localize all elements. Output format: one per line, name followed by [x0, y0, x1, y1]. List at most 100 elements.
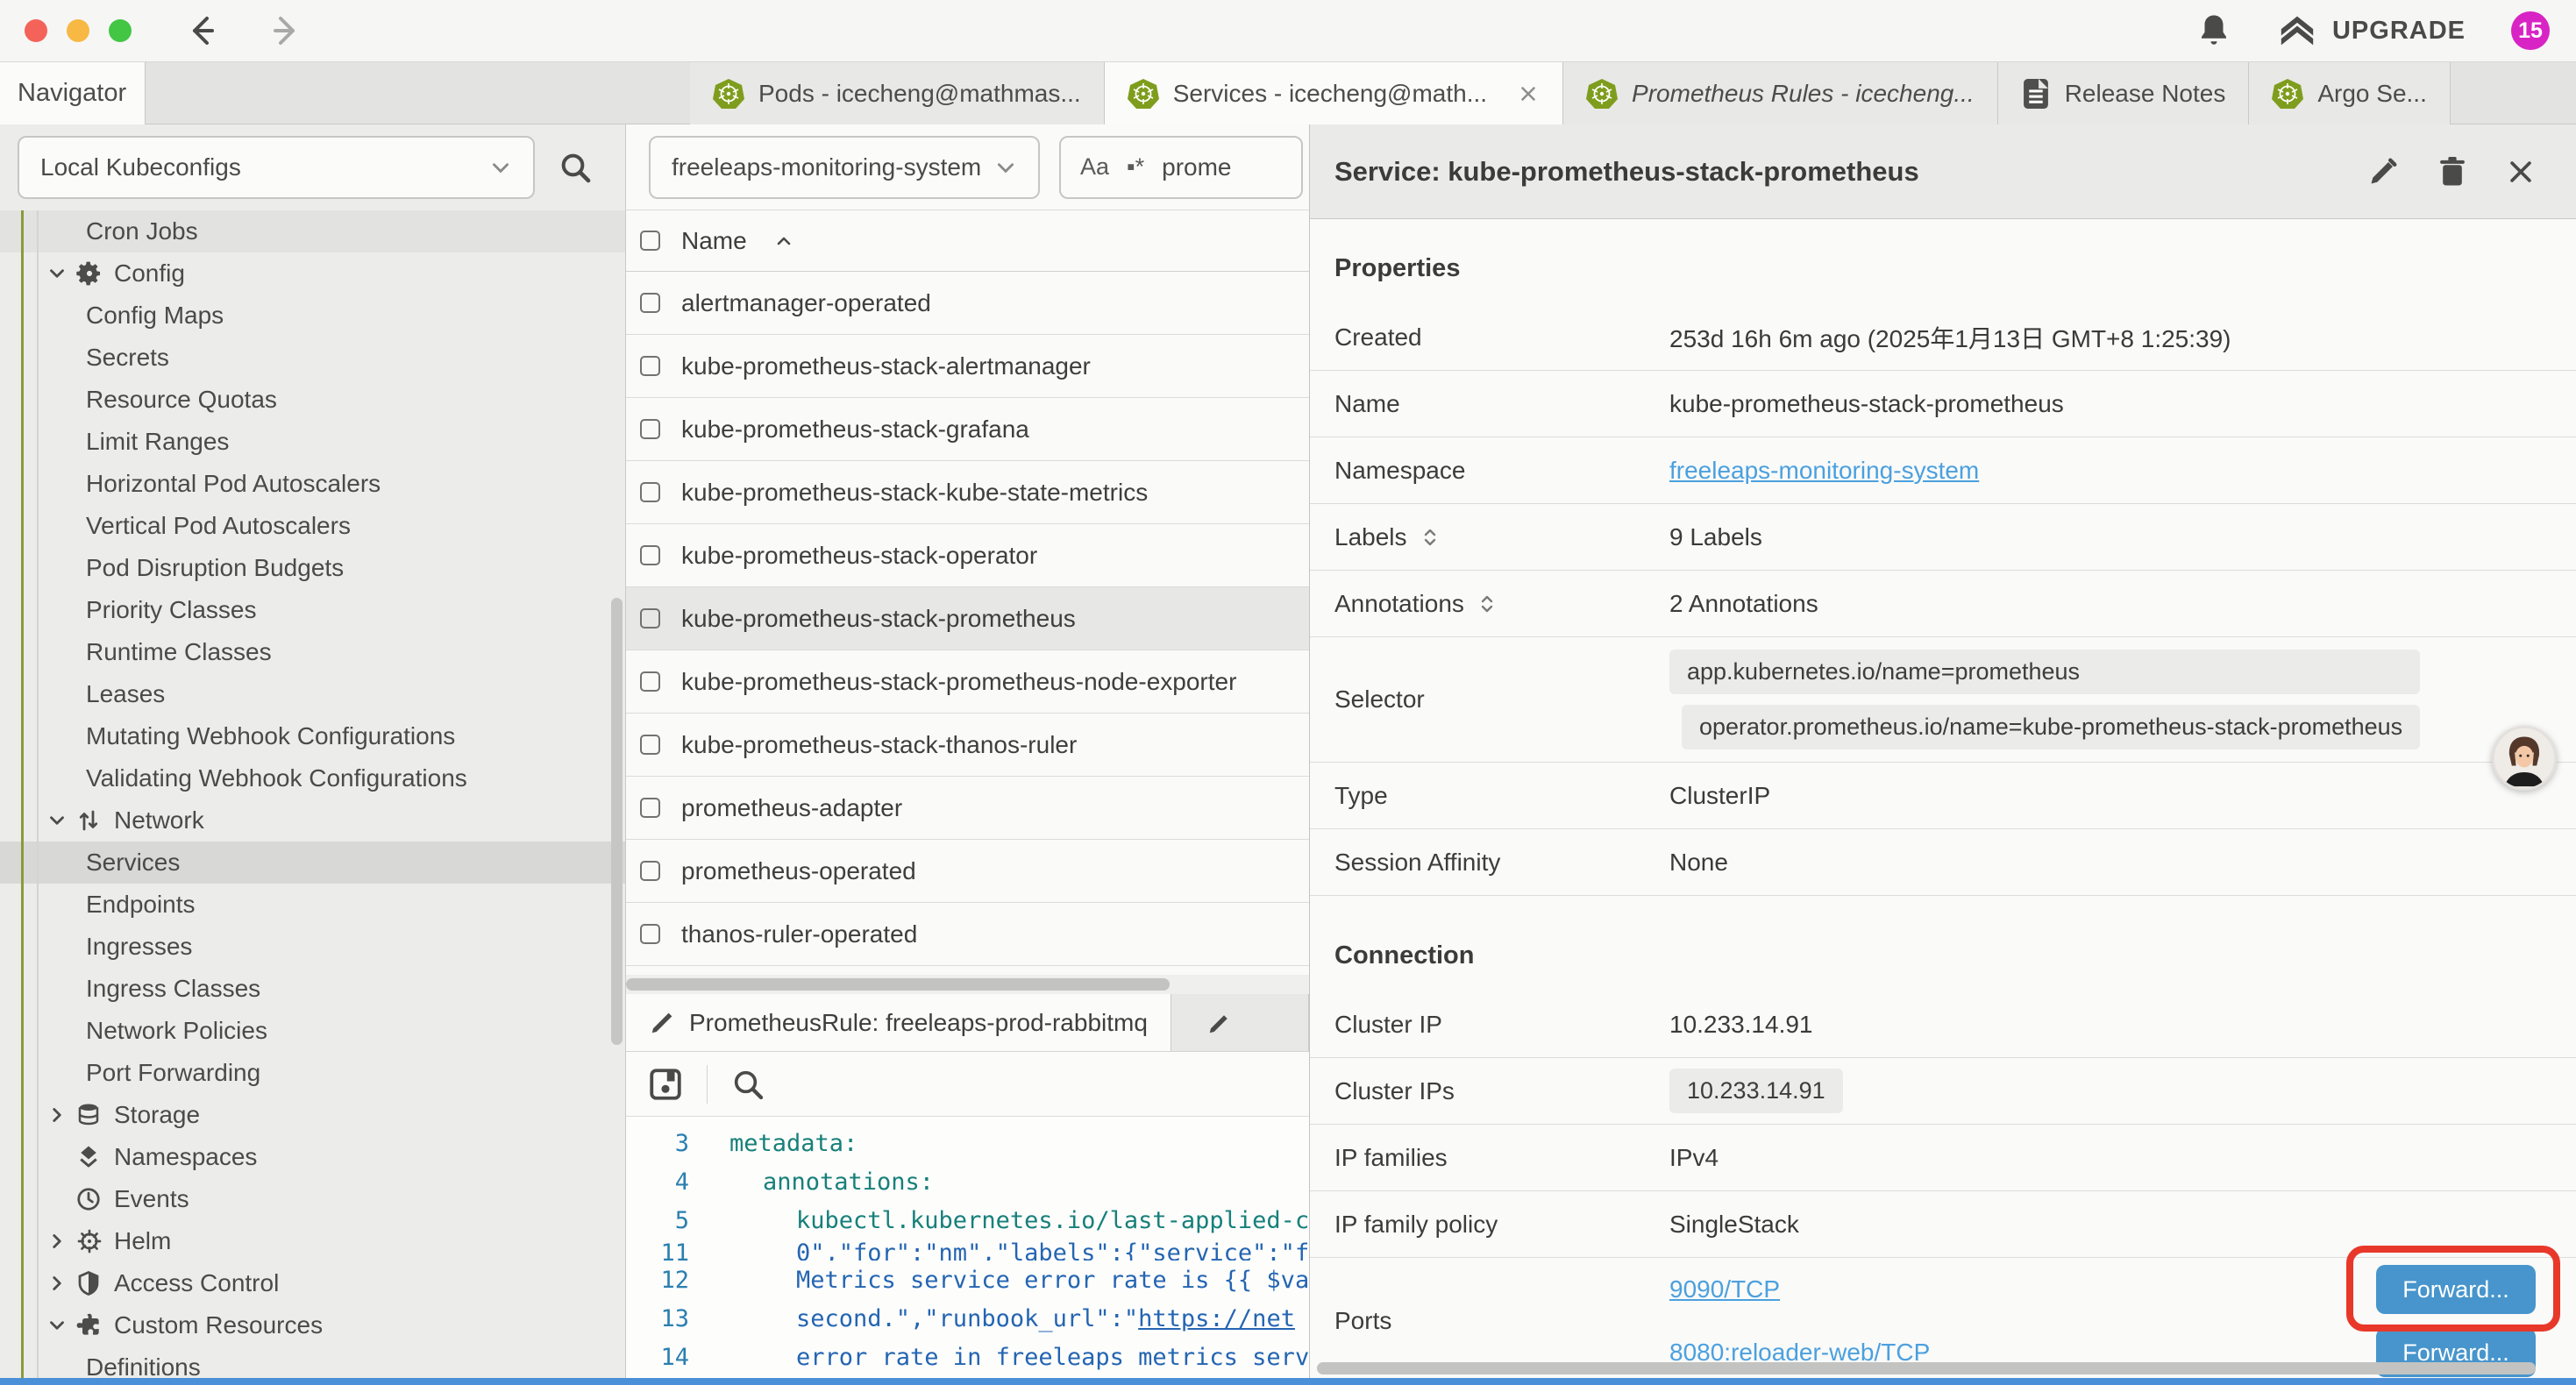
table-row[interactable]: prometheus-adapter	[626, 777, 1309, 840]
clock-icon	[75, 1185, 114, 1213]
table-row[interactable]: thanos-ruler-operated	[626, 903, 1309, 966]
sidebar-item-storage[interactable]: Storage	[0, 1094, 625, 1136]
table-row[interactable]: kube-prometheus-stack-operator	[626, 524, 1309, 587]
close-window-icon[interactable]	[25, 19, 47, 42]
table-row[interactable]: kube-prometheus-stack-kube-state-metrics	[626, 461, 1309, 524]
tab-4[interactable]: Release Notes	[1998, 62, 2250, 124]
row-checkbox[interactable]	[640, 798, 660, 818]
editor-search-icon[interactable]	[730, 1067, 765, 1102]
sort-asc-icon[interactable]	[773, 231, 794, 252]
sidebar-item-resource-quotas[interactable]: Resource Quotas	[0, 379, 625, 421]
row-checkbox[interactable]	[640, 356, 660, 376]
save-icon[interactable]	[647, 1066, 684, 1103]
sidebar-item-validating-webhook-configurations[interactable]: Validating Webhook Configurations	[0, 757, 625, 799]
forward-button[interactable]: Forward...	[2376, 1265, 2536, 1314]
row-checkbox[interactable]	[640, 419, 660, 439]
chevron-right-icon[interactable]	[46, 1104, 75, 1126]
name-column-header[interactable]: Name	[681, 227, 747, 255]
edit-icon[interactable]	[2367, 156, 2399, 188]
sidebar-item-config[interactable]: Config	[0, 252, 625, 295]
sidebar-item-ingress-classes[interactable]: Ingress Classes	[0, 968, 625, 1010]
tab-1[interactable]: Pods - icecheng@mathmas...	[690, 62, 1105, 124]
chevron-right-icon[interactable]	[46, 1230, 75, 1253]
forward-arrow-icon[interactable]	[268, 13, 303, 48]
sidebar-item-custom-resources[interactable]: Custom Resources	[0, 1304, 625, 1346]
sidebar-item-config-maps[interactable]: Config Maps	[0, 295, 625, 337]
sidebar-item-mutating-webhook-configurations[interactable]: Mutating Webhook Configurations	[0, 715, 625, 757]
sidebar-item-horizontal-pod-autoscalers[interactable]: Horizontal Pod Autoscalers	[0, 463, 625, 505]
table-row[interactable]: kube-prometheus-stack-alertmanager	[626, 335, 1309, 398]
filter-input[interactable]: Aa ▪* prome	[1059, 136, 1303, 199]
tab-3[interactable]: Prometheus Rules - icecheng...	[1563, 62, 1998, 124]
sidebar-item-helm[interactable]: Helm	[0, 1220, 625, 1262]
navigator-pane-tab[interactable]: Navigator	[0, 62, 146, 124]
search-icon[interactable]	[558, 150, 593, 185]
chevron-right-icon[interactable]	[46, 1272, 75, 1295]
sidebar-item-network[interactable]: Network	[0, 799, 625, 842]
sidebar-item-priority-classes[interactable]: Priority Classes	[0, 589, 625, 631]
sidebar-item-limit-ranges[interactable]: Limit Ranges	[0, 421, 625, 463]
tab-5[interactable]: Argo Se...	[2249, 62, 2451, 124]
yaml-editor[interactable]: 3metadata:4annotations:5kubectl.kubernet…	[626, 1117, 1309, 1385]
sidebar-item-secrets[interactable]: Secrets	[0, 337, 625, 379]
helm-icon	[75, 1227, 114, 1255]
row-checkbox[interactable]	[640, 861, 660, 881]
sidebar-item-events[interactable]: Events	[0, 1178, 625, 1220]
sidebar-item-vertical-pod-autoscalers[interactable]: Vertical Pod Autoscalers	[0, 505, 625, 547]
row-checkbox[interactable]	[640, 293, 660, 313]
row-checkbox[interactable]	[640, 545, 660, 565]
sort-toggle-icon[interactable]	[1477, 592, 1498, 616]
editor-tab-partial[interactable]	[1171, 994, 1309, 1051]
table-row[interactable]: kube-prometheus-stack-thanos-ruler	[626, 714, 1309, 777]
kubeconfig-selector[interactable]: Local Kubeconfigs	[18, 136, 535, 199]
row-checkbox[interactable]	[640, 671, 660, 692]
sidebar-item-services[interactable]: Services	[0, 842, 625, 884]
sidebar-item-port-forwarding[interactable]: Port Forwarding	[0, 1052, 625, 1094]
delete-icon[interactable]	[2437, 155, 2467, 188]
sidebar-item-access-control[interactable]: Access Control	[0, 1262, 625, 1304]
sidebar-item-pod-disruption-budgets[interactable]: Pod Disruption Budgets	[0, 547, 625, 589]
sidebar-item-ingresses[interactable]: Ingresses	[0, 926, 625, 968]
port-link[interactable]: 9090/TCP	[1669, 1275, 1780, 1303]
sidebar-item-cron-jobs[interactable]: Cron Jobs	[0, 210, 625, 252]
sidebar-item-network-policies[interactable]: Network Policies	[0, 1010, 625, 1052]
code-text: second.","runbook_url":"https://net	[689, 1305, 1295, 1332]
table-row[interactable]: kube-prometheus-stack-prometheus-node-ex…	[626, 650, 1309, 714]
table-row[interactable]: alertmanager-operated	[626, 272, 1309, 335]
notification-count-badge[interactable]: 15	[2511, 11, 2550, 50]
tab-close-icon[interactable]	[1517, 82, 1540, 105]
tab-2[interactable]: Services - icecheng@math...	[1105, 62, 1563, 124]
select-all-checkbox[interactable]	[640, 231, 660, 251]
row-checkbox[interactable]	[640, 924, 660, 944]
chevron-down-icon[interactable]	[46, 262, 75, 285]
chevron-down-icon[interactable]	[46, 1314, 75, 1337]
sidebar-item-leases[interactable]: Leases	[0, 673, 625, 715]
namespace-selector[interactable]: freeleaps-monitoring-system	[649, 136, 1040, 199]
row-checkbox[interactable]	[640, 608, 660, 629]
sidebar-item-endpoints[interactable]: Endpoints	[0, 884, 625, 926]
upgrade-button[interactable]: UPGRADE	[2278, 13, 2466, 48]
maximize-window-icon[interactable]	[109, 19, 132, 42]
row-checkbox[interactable]	[640, 735, 660, 755]
match-case-icon[interactable]: Aa	[1080, 153, 1109, 181]
assistant-avatar[interactable]	[2492, 726, 2557, 791]
table-row[interactable]: kube-prometheus-stack-grafana	[626, 398, 1309, 461]
table-row[interactable]: prometheus-operated	[626, 840, 1309, 903]
bell-icon[interactable]	[2195, 12, 2232, 49]
row-checkbox[interactable]	[640, 482, 660, 502]
chevron-down-icon[interactable]	[46, 809, 75, 832]
drawer-horizontal-scrollbar[interactable]	[1310, 1360, 2576, 1376]
editor-tab[interactable]: PrometheusRule: freeleaps-prod-rabbitmq	[626, 994, 1171, 1051]
table-row[interactable]: kube-prometheus-stack-prometheus	[626, 587, 1309, 650]
sidebar-item-runtime-classes[interactable]: Runtime Classes	[0, 631, 625, 673]
back-arrow-icon[interactable]	[184, 13, 219, 48]
minimize-window-icon[interactable]	[67, 19, 89, 42]
sort-toggle-icon[interactable]	[1420, 525, 1441, 550]
property-value: ClusterIP	[1669, 782, 1770, 810]
close-icon[interactable]	[2506, 157, 2536, 187]
table-horizontal-scrollbar[interactable]	[626, 975, 1309, 994]
sidebar-scrollbar[interactable]	[611, 598, 623, 1045]
namespace-link[interactable]: freeleaps-monitoring-system	[1669, 457, 1979, 485]
sidebar-item-namespaces[interactable]: Namespaces	[0, 1136, 625, 1178]
regex-icon[interactable]: ▪*	[1127, 153, 1144, 181]
